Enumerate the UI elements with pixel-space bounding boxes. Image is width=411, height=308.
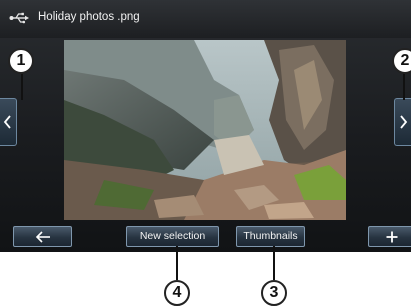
usb-icon: [9, 12, 29, 24]
thumbnails-button[interactable]: Thumbnails: [236, 226, 305, 247]
new-selection-button[interactable]: New selection: [126, 226, 219, 247]
back-button[interactable]: [13, 226, 72, 247]
file-name-title: Holiday photos .png: [38, 11, 140, 23]
previous-photo-button[interactable]: [0, 98, 17, 146]
callout-2: 2: [392, 48, 411, 74]
photo-view[interactable]: [64, 40, 346, 220]
callout-3-leader: [273, 246, 275, 280]
landscape-photo: [64, 40, 346, 220]
display-screen: Holiday photos .png New selection Thumbn…: [0, 0, 411, 252]
chevron-right-icon: [400, 115, 408, 129]
next-photo-button[interactable]: [394, 98, 411, 146]
plus-icon: [386, 231, 398, 243]
bottom-toolbar: New selection Thumbnails: [0, 222, 411, 252]
callout-2-leader: [403, 70, 405, 100]
arrow-left-icon: [35, 231, 50, 243]
callout-1: 1: [8, 48, 34, 74]
callout-3: 3: [261, 280, 287, 306]
chevron-left-icon: [3, 115, 11, 129]
add-button[interactable]: [368, 226, 411, 247]
callout-4: 4: [164, 280, 190, 306]
title-bar: Holiday photos .png: [0, 0, 411, 38]
callout-4-leader: [176, 246, 178, 280]
callout-1-leader: [21, 70, 23, 100]
